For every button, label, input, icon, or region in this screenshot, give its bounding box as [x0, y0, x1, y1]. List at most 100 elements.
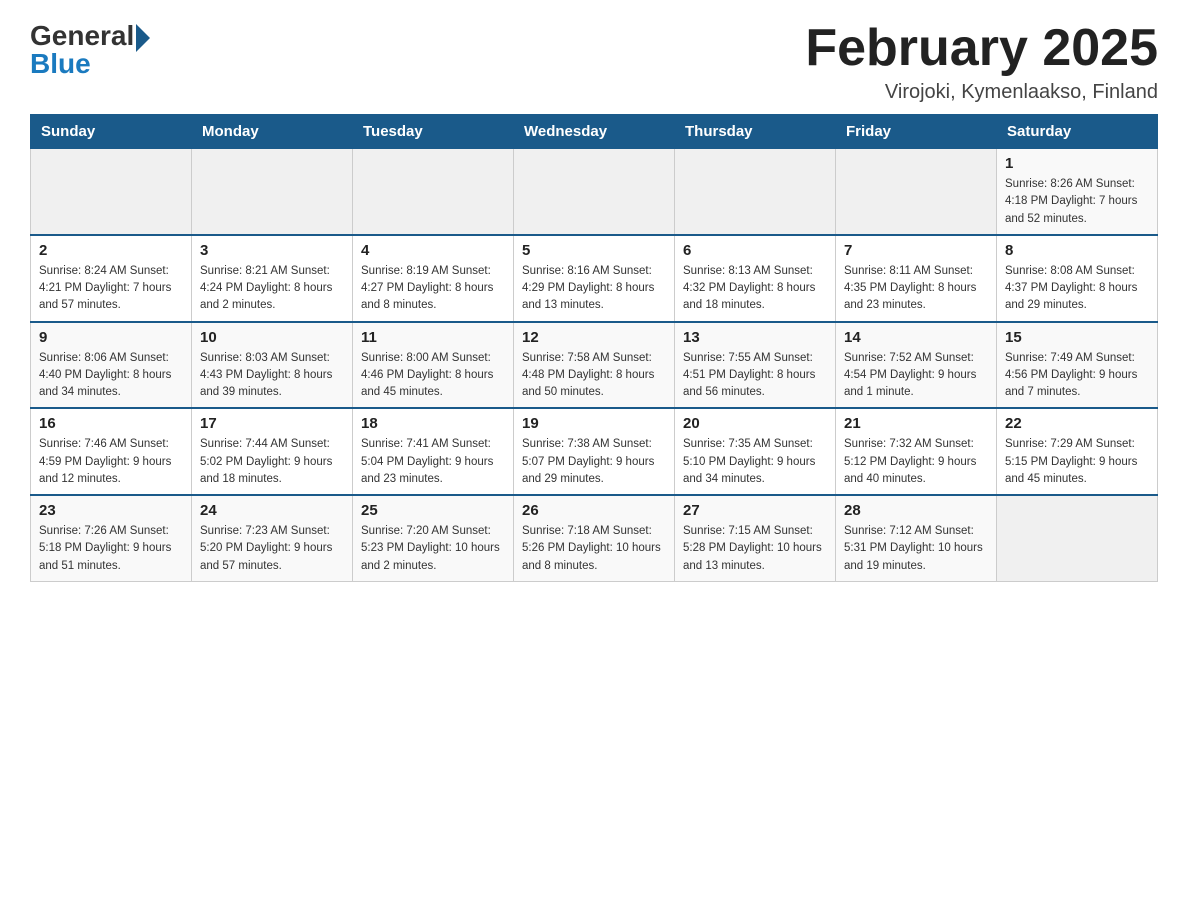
- day-number: 27: [683, 502, 827, 519]
- day-number: 11: [361, 329, 505, 346]
- day-info: Sunrise: 7:12 AM Sunset: 5:31 PM Dayligh…: [844, 523, 988, 575]
- title-section: February 2025 Virojoki, Kymenlaakso, Fin…: [805, 20, 1158, 104]
- day-info: Sunrise: 8:00 AM Sunset: 4:46 PM Dayligh…: [361, 350, 505, 402]
- calendar-cell: 14 Sunrise: 7:52 AM Sunset: 4:54 PM Dayli…: [836, 322, 997, 409]
- day-info: Sunrise: 7:18 AM Sunset: 5:26 PM Dayligh…: [522, 523, 666, 575]
- calendar-cell: 22 Sunrise: 7:29 AM Sunset: 5:15 PM Dayli…: [997, 408, 1158, 495]
- day-number: 23: [39, 502, 183, 519]
- day-number: 6: [683, 242, 827, 259]
- calendar-cell: [31, 149, 192, 235]
- calendar-cell: 3 Sunrise: 8:21 AM Sunset: 4:24 PM Daylig…: [192, 235, 353, 322]
- month-title: February 2025: [805, 20, 1158, 77]
- calendar-cell: 19 Sunrise: 7:38 AM Sunset: 5:07 PM Dayli…: [514, 408, 675, 495]
- calendar-cell: 5 Sunrise: 8:16 AM Sunset: 4:29 PM Daylig…: [514, 235, 675, 322]
- calendar-cell: 11 Sunrise: 8:00 AM Sunset: 4:46 PM Dayli…: [353, 322, 514, 409]
- calendar-week-row: 9 Sunrise: 8:06 AM Sunset: 4:40 PM Daylig…: [31, 322, 1158, 409]
- day-number: 18: [361, 415, 505, 432]
- day-number: 22: [1005, 415, 1149, 432]
- calendar-header-tuesday: Tuesday: [353, 115, 514, 149]
- calendar-header-saturday: Saturday: [997, 115, 1158, 149]
- day-number: 1: [1005, 155, 1149, 172]
- day-info: Sunrise: 8:11 AM Sunset: 4:35 PM Dayligh…: [844, 263, 988, 315]
- day-number: 10: [200, 329, 344, 346]
- day-number: 4: [361, 242, 505, 259]
- day-info: Sunrise: 8:13 AM Sunset: 4:32 PM Dayligh…: [683, 263, 827, 315]
- day-number: 17: [200, 415, 344, 432]
- day-number: 9: [39, 329, 183, 346]
- day-number: 14: [844, 329, 988, 346]
- day-info: Sunrise: 7:46 AM Sunset: 4:59 PM Dayligh…: [39, 436, 183, 488]
- logo: General Blue: [30, 20, 150, 80]
- logo-arrow-icon: [136, 24, 150, 52]
- day-info: Sunrise: 8:06 AM Sunset: 4:40 PM Dayligh…: [39, 350, 183, 402]
- calendar-cell: 16 Sunrise: 7:46 AM Sunset: 4:59 PM Dayli…: [31, 408, 192, 495]
- day-info: Sunrise: 7:15 AM Sunset: 5:28 PM Dayligh…: [683, 523, 827, 575]
- day-info: Sunrise: 8:24 AM Sunset: 4:21 PM Dayligh…: [39, 263, 183, 315]
- calendar-cell: 17 Sunrise: 7:44 AM Sunset: 5:02 PM Dayli…: [192, 408, 353, 495]
- calendar-cell: 13Sunrise: 7:55 AM Sunset: 4:51 PM Dayli…: [675, 322, 836, 409]
- calendar-header-sunday: Sunday: [31, 115, 192, 149]
- day-info: Sunrise: 7:49 AM Sunset: 4:56 PM Dayligh…: [1005, 350, 1149, 402]
- day-info: Sunrise: 8:26 AM Sunset: 4:18 PM Dayligh…: [1005, 176, 1149, 228]
- day-info: Sunrise: 7:29 AM Sunset: 5:15 PM Dayligh…: [1005, 436, 1149, 488]
- day-number: 15: [1005, 329, 1149, 346]
- calendar-cell: 18 Sunrise: 7:41 AM Sunset: 5:04 PM Dayli…: [353, 408, 514, 495]
- calendar-cell: 8 Sunrise: 8:08 AM Sunset: 4:37 PM Daylig…: [997, 235, 1158, 322]
- day-number: 16: [39, 415, 183, 432]
- day-info: Sunrise: 7:20 AM Sunset: 5:23 PM Dayligh…: [361, 523, 505, 575]
- day-number: 5: [522, 242, 666, 259]
- calendar-cell: [997, 495, 1158, 581]
- day-info: Sunrise: 7:44 AM Sunset: 5:02 PM Dayligh…: [200, 436, 344, 488]
- calendar-cell: 25 Sunrise: 7:20 AM Sunset: 5:23 PM Dayli…: [353, 495, 514, 581]
- day-number: 28: [844, 502, 988, 519]
- calendar-cell: 12Sunrise: 7:58 AM Sunset: 4:48 PM Dayli…: [514, 322, 675, 409]
- calendar-cell: 1 Sunrise: 8:26 AM Sunset: 4:18 PM Daylig…: [997, 149, 1158, 235]
- day-info: Sunrise: 8:21 AM Sunset: 4:24 PM Dayligh…: [200, 263, 344, 315]
- day-number: 3: [200, 242, 344, 259]
- calendar-header-thursday: Thursday: [675, 115, 836, 149]
- day-number: 19: [522, 415, 666, 432]
- day-number: 24: [200, 502, 344, 519]
- day-info: Sunrise: 7:35 AM Sunset: 5:10 PM Dayligh…: [683, 436, 827, 488]
- logo-blue-text: Blue: [30, 48, 91, 80]
- calendar-week-row: 2 Sunrise: 8:24 AM Sunset: 4:21 PM Daylig…: [31, 235, 1158, 322]
- day-number: 7: [844, 242, 988, 259]
- calendar-cell: 21 Sunrise: 7:32 AM Sunset: 5:12 PM Dayli…: [836, 408, 997, 495]
- calendar-cell: 28 Sunrise: 7:12 AM Sunset: 5:31 PM Dayli…: [836, 495, 997, 581]
- calendar-cell: 4 Sunrise: 8:19 AM Sunset: 4:27 PM Daylig…: [353, 235, 514, 322]
- day-number: 2: [39, 242, 183, 259]
- day-info: Sunrise: 8:16 AM Sunset: 4:29 PM Dayligh…: [522, 263, 666, 315]
- calendar-cell: 10Sunrise: 8:03 AM Sunset: 4:43 PM Dayli…: [192, 322, 353, 409]
- page-header: General Blue February 2025 Virojoki, Kym…: [30, 20, 1158, 104]
- location-text: Virojoki, Kymenlaakso, Finland: [805, 81, 1158, 104]
- calendar-cell: 26Sunrise: 7:18 AM Sunset: 5:26 PM Dayli…: [514, 495, 675, 581]
- calendar-cell: 20Sunrise: 7:35 AM Sunset: 5:10 PM Dayli…: [675, 408, 836, 495]
- day-info: Sunrise: 7:23 AM Sunset: 5:20 PM Dayligh…: [200, 523, 344, 575]
- calendar-week-row: 1 Sunrise: 8:26 AM Sunset: 4:18 PM Daylig…: [31, 149, 1158, 235]
- calendar-cell: 7 Sunrise: 8:11 AM Sunset: 4:35 PM Daylig…: [836, 235, 997, 322]
- day-info: Sunrise: 7:38 AM Sunset: 5:07 PM Dayligh…: [522, 436, 666, 488]
- calendar-header-row: SundayMondayTuesdayWednesdayThursdayFrid…: [31, 115, 1158, 149]
- day-info: Sunrise: 8:08 AM Sunset: 4:37 PM Dayligh…: [1005, 263, 1149, 315]
- day-number: 13: [683, 329, 827, 346]
- day-info: Sunrise: 7:58 AM Sunset: 4:48 PM Dayligh…: [522, 350, 666, 402]
- calendar-cell: 27 Sunrise: 7:15 AM Sunset: 5:28 PM Dayli…: [675, 495, 836, 581]
- calendar-cell: [353, 149, 514, 235]
- day-info: Sunrise: 7:41 AM Sunset: 5:04 PM Dayligh…: [361, 436, 505, 488]
- calendar-cell: [192, 149, 353, 235]
- day-info: Sunrise: 8:19 AM Sunset: 4:27 PM Dayligh…: [361, 263, 505, 315]
- day-number: 21: [844, 415, 988, 432]
- day-number: 8: [1005, 242, 1149, 259]
- calendar-cell: 23 Sunrise: 7:26 AM Sunset: 5:18 PM Dayli…: [31, 495, 192, 581]
- calendar-cell: 2 Sunrise: 8:24 AM Sunset: 4:21 PM Daylig…: [31, 235, 192, 322]
- day-info: Sunrise: 7:32 AM Sunset: 5:12 PM Dayligh…: [844, 436, 988, 488]
- calendar-cell: 6 Sunrise: 8:13 AM Sunset: 4:32 PM Daylig…: [675, 235, 836, 322]
- calendar-header-wednesday: Wednesday: [514, 115, 675, 149]
- day-info: Sunrise: 7:52 AM Sunset: 4:54 PM Dayligh…: [844, 350, 988, 402]
- day-info: Sunrise: 7:26 AM Sunset: 5:18 PM Dayligh…: [39, 523, 183, 575]
- calendar-cell: [836, 149, 997, 235]
- calendar-cell: 24 Sunrise: 7:23 AM Sunset: 5:20 PM Dayli…: [192, 495, 353, 581]
- calendar-cell: [514, 149, 675, 235]
- day-number: 25: [361, 502, 505, 519]
- calendar-week-row: 16 Sunrise: 7:46 AM Sunset: 4:59 PM Dayli…: [31, 408, 1158, 495]
